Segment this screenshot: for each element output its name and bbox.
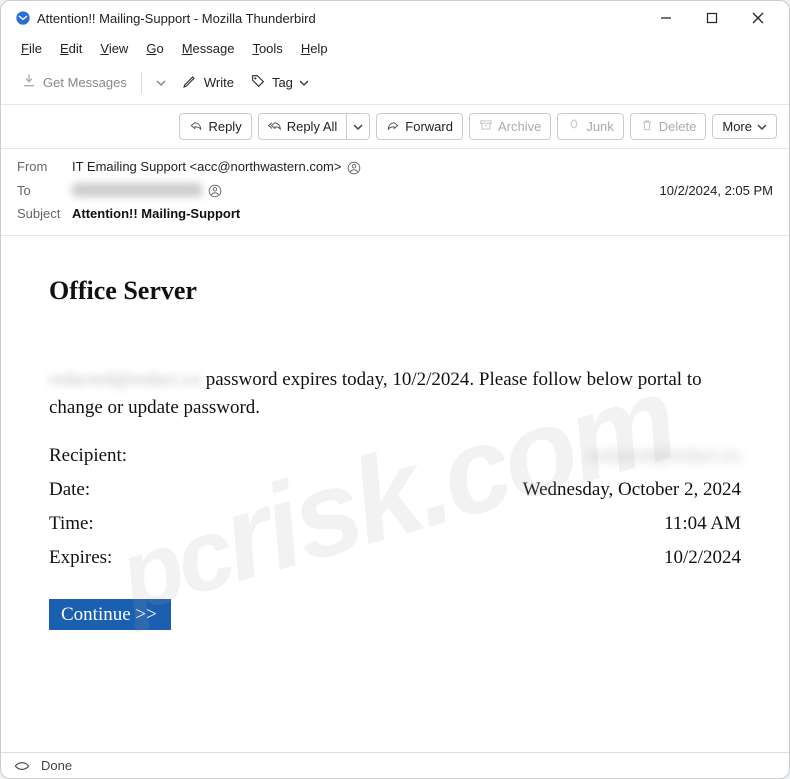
window-title: Attention!! Mailing-Support - Mozilla Th… — [37, 11, 316, 26]
contact-icon[interactable] — [208, 183, 222, 199]
delete-button[interactable]: Delete — [630, 113, 707, 140]
forward-icon — [386, 118, 400, 135]
archive-icon — [479, 118, 493, 135]
continue-button[interactable]: Continue >> — [49, 599, 171, 630]
more-button[interactable]: More — [712, 114, 777, 139]
recipient-label: Recipient: — [49, 445, 127, 467]
trash-icon — [640, 118, 654, 135]
chevron-down-icon — [299, 78, 309, 88]
email-paragraph: redacted@redact.xx password expires toda… — [49, 366, 741, 421]
date-label: Date: — [49, 479, 90, 501]
tag-button[interactable]: Tag — [244, 69, 315, 96]
menu-message[interactable]: Message — [174, 38, 243, 59]
tag-icon — [250, 73, 266, 92]
archive-label: Archive — [498, 119, 541, 134]
menu-go[interactable]: Go — [138, 38, 171, 59]
date-row: Date: Wednesday, October 2, 2024 — [49, 473, 741, 507]
pencil-icon — [182, 73, 198, 92]
expires-value: 10/2/2024 — [664, 547, 741, 569]
write-label: Write — [204, 75, 234, 90]
junk-label: Junk — [586, 119, 613, 134]
to-row: To 10/2/2024, 2:05 PM — [17, 179, 773, 203]
from-row: From IT Emailing Support <acc@northwaste… — [17, 155, 773, 179]
tag-label: Tag — [272, 75, 293, 90]
menu-view[interactable]: View — [92, 38, 136, 59]
reply-all-button[interactable]: Reply All — [258, 113, 348, 140]
message-body: pcrisk.com Office Server redacted@redact… — [1, 236, 789, 752]
subject-value: Attention!! Mailing-Support — [72, 206, 773, 221]
chevron-down-icon — [757, 122, 767, 132]
menu-help[interactable]: Help — [293, 38, 336, 59]
contact-icon[interactable] — [347, 159, 361, 175]
junk-icon — [567, 118, 581, 135]
status-bar: Done — [1, 752, 789, 778]
get-messages-dropdown[interactable] — [150, 74, 172, 92]
email-heading: Office Server — [49, 276, 741, 306]
from-label: From — [17, 159, 72, 174]
delete-label: Delete — [659, 119, 697, 134]
main-toolbar: Get Messages Write Tag — [1, 65, 789, 105]
get-messages-button[interactable]: Get Messages — [15, 69, 133, 96]
to-value[interactable] — [72, 183, 660, 199]
forward-button[interactable]: Forward — [376, 113, 463, 140]
menu-edit[interactable]: Edit — [52, 38, 90, 59]
recipient-redacted: redacted@redact.xx — [589, 445, 741, 467]
date-value: Wednesday, October 2, 2024 — [523, 479, 741, 501]
download-icon — [21, 73, 37, 92]
connection-icon[interactable] — [13, 759, 31, 773]
expires-label: Expires: — [49, 547, 112, 569]
forward-label: Forward — [405, 119, 453, 134]
message-date: 10/2/2024, 2:05 PM — [660, 183, 773, 198]
menu-bar: File Edit View Go Message Tools Help — [1, 35, 789, 65]
reply-button[interactable]: Reply — [179, 113, 251, 140]
window-controls — [643, 3, 781, 33]
reply-icon — [189, 118, 203, 135]
menu-tools[interactable]: Tools — [244, 38, 290, 59]
close-button[interactable] — [735, 3, 781, 33]
status-text: Done — [41, 758, 72, 773]
message-toolbar: Reply Reply All Forward Archive Junk Del… — [1, 105, 789, 149]
time-value: 11:04 AM — [664, 513, 741, 535]
time-label: Time: — [49, 513, 94, 535]
junk-button[interactable]: Junk — [557, 113, 623, 140]
title-bar: Attention!! Mailing-Support - Mozilla Th… — [1, 1, 789, 35]
message-header: From IT Emailing Support <acc@northwaste… — [1, 149, 789, 236]
subject-row: Subject Attention!! Mailing-Support — [17, 202, 773, 225]
reply-all-icon — [268, 118, 282, 135]
get-messages-label: Get Messages — [43, 75, 127, 90]
reply-all-group: Reply All — [258, 113, 371, 140]
thunderbird-icon — [15, 10, 31, 26]
minimize-button[interactable] — [643, 3, 689, 33]
write-button[interactable]: Write — [176, 69, 240, 96]
separator — [141, 72, 142, 94]
reply-all-dropdown[interactable] — [347, 113, 370, 140]
subject-label: Subject — [17, 206, 72, 221]
archive-button[interactable]: Archive — [469, 113, 551, 140]
redacted-email: redacted@redact.xx — [49, 369, 201, 390]
to-label: To — [17, 183, 72, 198]
recipient-row: Recipient: redacted@redact.xx — [49, 439, 741, 473]
menu-file[interactable]: File — [13, 38, 50, 59]
time-row: Time: 11:04 AM — [49, 507, 741, 541]
reply-label: Reply — [208, 119, 241, 134]
app-window: Attention!! Mailing-Support - Mozilla Th… — [0, 0, 790, 779]
from-value[interactable]: IT Emailing Support <acc@northwastern.co… — [72, 159, 773, 175]
to-redacted — [72, 183, 202, 197]
expires-row: Expires: 10/2/2024 — [49, 541, 741, 575]
title-left: Attention!! Mailing-Support - Mozilla Th… — [9, 10, 643, 26]
more-label: More — [722, 119, 752, 134]
maximize-button[interactable] — [689, 3, 735, 33]
reply-all-label: Reply All — [287, 119, 338, 134]
from-text: IT Emailing Support <acc@northwastern.co… — [72, 159, 341, 174]
